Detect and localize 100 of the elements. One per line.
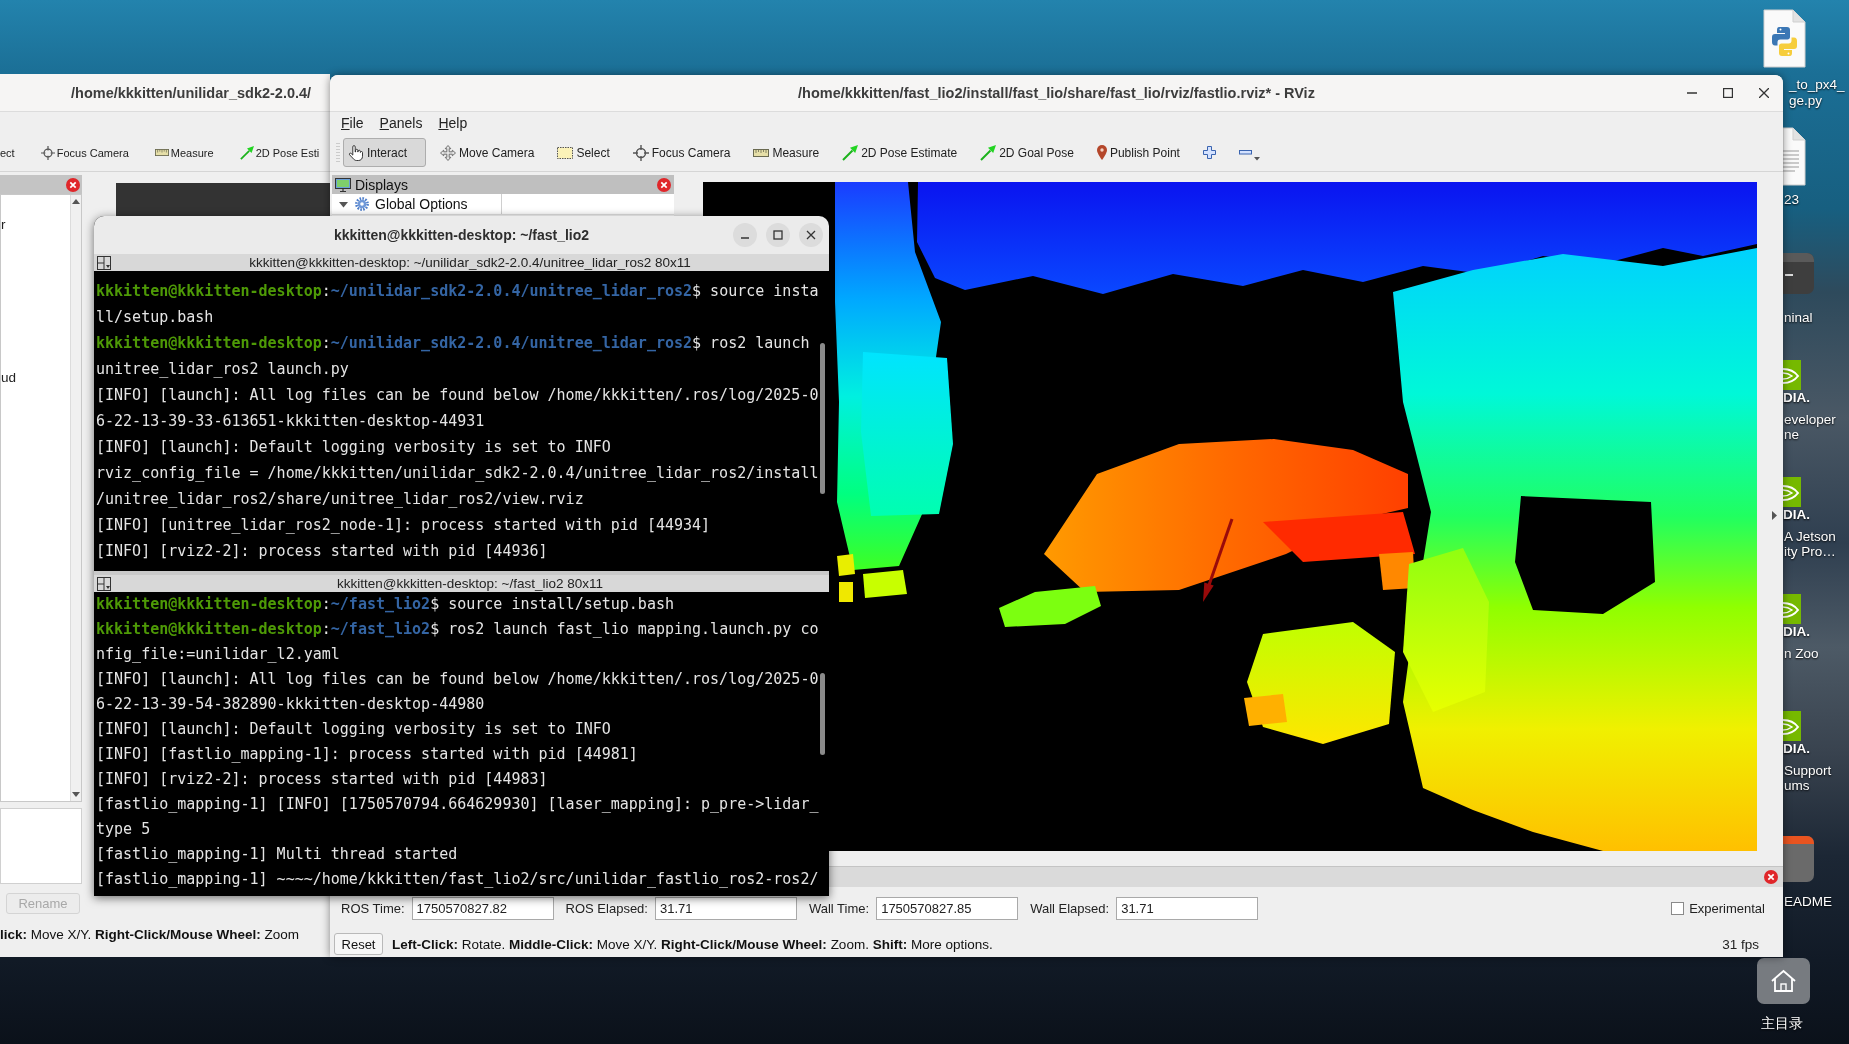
icon-label[interactable]: 主目录 (1761, 1014, 1803, 1032)
tool-button[interactable]: Measure (154, 146, 214, 159)
terminal-line: kkkitten@kkkitten-desktop:~/fast_lio2$ ros2 launch fast_lio mapping.launch.py co (96, 619, 820, 640)
logo-text: DIA. (1783, 742, 1810, 756)
gear-icon (355, 197, 369, 211)
tool-button[interactable]: ect (0, 146, 15, 159)
terminal-line: [INFO] [launch]: All log files can be found below /home/kkkitten/.ros/log/2025-0 (96, 669, 820, 690)
reset-button[interactable]: Reset (334, 933, 383, 955)
expand-arrow-icon[interactable] (339, 199, 348, 209)
field-label: ROS Time: (341, 901, 405, 916)
text-field[interactable]: 1750570827.85 (876, 897, 1019, 920)
home-icon[interactable] (1757, 958, 1810, 1004)
status-hint: lick: Move X/Y. Right-Click/Mouse Wheel: Zoom (0, 926, 301, 944)
icon-label[interactable]: 23 (1784, 192, 1800, 208)
arrow-icon (980, 144, 997, 161)
ruler-icon (753, 148, 770, 157)
selection-box-icon (557, 146, 574, 159)
icon-label[interactable]: eveloper ne (1784, 412, 1836, 442)
terminal-line: 6-22-13-39-33-613651-kkkitten-desktop-44931 (96, 411, 486, 432)
list-item[interactable]: ud (1, 368, 17, 388)
icon-label[interactable]: Support ums (1784, 763, 1832, 793)
terminal-line: kkkitten@kkkitten-desktop:~/unilidar_sdk2-2.0.4/unitree_lidar_ros2$ source insta (96, 281, 820, 302)
drag-handle-icon[interactable] (336, 141, 340, 164)
tool-button[interactable]: 2D Pose Estimate (837, 138, 967, 167)
menu-item[interactable]: Panels (379, 115, 423, 131)
field-label: ROS Elapsed: (565, 901, 648, 916)
tool-button[interactable]: 2D Pose Esti (239, 145, 320, 160)
icon-label[interactable]: _to_px4_ ge.py (1789, 77, 1845, 109)
tool-button[interactable]: Publish Point (1091, 138, 1189, 167)
tool-button[interactable]: 2D Goal Pose (975, 138, 1083, 167)
scrollbar[interactable] (70, 195, 81, 801)
plus-icon (1202, 146, 1216, 159)
close-icon[interactable] (799, 223, 823, 247)
scrollbar[interactable] (820, 343, 825, 494)
map-pin-icon (1096, 145, 1107, 160)
icon-label[interactable]: A Jetson ity Pro… (1784, 529, 1836, 559)
window-title: /home/kkkitten/fast_lio2/install/fast_lio/share/fast_lio/rviz/fastlio.rviz* - RViz (798, 85, 1315, 101)
terminal-line: ll/setup.bash (96, 307, 215, 328)
ruler-icon (154, 149, 169, 156)
minimize-icon[interactable] (733, 223, 757, 247)
caret-up-icon[interactable] (72, 199, 80, 204)
terminal-pane[interactable] (94, 592, 829, 896)
panel-title: Displays (355, 176, 408, 193)
eye-logo-icon[interactable] (1783, 477, 1801, 507)
eye-logo-icon[interactable] (1783, 594, 1801, 624)
caret-icon[interactable] (1772, 511, 1777, 520)
tool-button[interactable]: Select (552, 138, 619, 167)
tool-button[interactable]: Measure (748, 138, 829, 167)
terminal-line: [fastlio_mapping-1] Multi thread started (96, 844, 459, 865)
text-field[interactable]: 1750570827.82 (411, 897, 554, 920)
text-field[interactable]: 31.71 (654, 897, 797, 920)
crosshair-icon (632, 144, 649, 161)
grid-icon[interactable] (97, 255, 111, 270)
menu-item[interactable]: Help (438, 115, 468, 131)
icon-label[interactable]: n Zoo (1784, 646, 1819, 661)
arrow-icon (239, 145, 254, 160)
terminal-line: 6-22-13-39-54-382890-kkkitten-desktop-44980 (96, 694, 486, 715)
terminal-line: unitree_lidar_ros2 launch.py (96, 359, 350, 380)
maximize-icon[interactable] (1723, 88, 1733, 98)
logo-text: DIA. (1783, 625, 1810, 639)
grid-icon[interactable] (97, 576, 111, 591)
field-label: Wall Time: (808, 901, 870, 916)
status-hint: Left-Click: Rotate. Middle-Click: Move X/Y. Right-Click/Mouse Wheel: Zoom. Shift: More options. (392, 936, 993, 952)
text-file-icon[interactable] (1783, 127, 1806, 186)
eye-logo-icon[interactable] (1783, 360, 1801, 390)
logo-text: DIA. (1783, 508, 1810, 522)
close-icon[interactable] (1759, 88, 1769, 98)
terminal-line: rviz_config_file = /home/kkkitten/unilidar_sdk2-2.0.4/unitree_lidar_ros2/install (96, 463, 820, 484)
tool-button[interactable]: Move Camera (435, 138, 544, 167)
terminal-line: kkkitten@kkkitten-desktop:~/unilidar_sdk2-2.0.4/unitree_lidar_ros2$ ros2 launch (96, 333, 811, 354)
field-label: Wall Elapsed: (1030, 901, 1110, 916)
window-title: kkkitten@kkkitten-desktop: ~/fast_lio2 (333, 227, 590, 243)
eye-logo-icon[interactable] (1783, 711, 1801, 741)
tool-button[interactable]: Focus Camera (40, 145, 129, 160)
terminal-line: [fastlio_mapping-1] ~~~~/home/kkkitten/fast_lio2/src/unilidar_fastlio_ros2-ros2/ (96, 869, 820, 890)
terminal-line: [INFO] [launch]: All log files can be found below /home/kkkitten/.ros/log/2025-0 (96, 385, 820, 406)
checkbox[interactable] (1671, 902, 1685, 915)
checkbox-label[interactable]: Experimental (1689, 901, 1765, 916)
terminal-line: [INFO] [rviz2-2]: process started with pid [44936] (96, 541, 549, 562)
terminal-pane[interactable] (94, 271, 829, 571)
icon-label[interactable]: ninal (1784, 310, 1813, 326)
scrollbar[interactable] (820, 673, 825, 755)
text-field[interactable]: 31.71 (1116, 897, 1259, 920)
caret-down-icon[interactable] (72, 792, 80, 797)
move-arrows-icon (440, 144, 457, 161)
hand-cursor-icon (348, 144, 364, 161)
icon-label[interactable]: EADME (1784, 894, 1832, 910)
python-file-icon[interactable] (1763, 9, 1806, 68)
terminal-line: type 5 (96, 819, 152, 840)
terminal-line: [INFO] [rviz2-2]: process started with pid [44983] (96, 769, 549, 790)
tool-button[interactable]: Interact (343, 138, 427, 167)
menu-item[interactable]: File (341, 115, 364, 131)
terminal-line: kkkitten@kkkitten-desktop:~/fast_lio2$ source install/setup.bash (96, 594, 675, 615)
tool-button[interactable]: Focus Camera (627, 138, 740, 167)
terminal-line: [INFO] [unitree_lidar_ros2_node-1]: process started with pid [44934] (96, 515, 712, 536)
list-item[interactable]: r (1, 215, 6, 235)
fps-label: 31 fps (1722, 936, 1759, 952)
terminal-line: nfig_file:=unilidar_l2.yaml (96, 644, 341, 665)
window-title: /home/kkkitten/unilidar_sdk2-2.0.4/ (71, 84, 312, 101)
terminal-line: [INFO] [launch]: Default logging verbosity is set to INFO (96, 437, 612, 458)
